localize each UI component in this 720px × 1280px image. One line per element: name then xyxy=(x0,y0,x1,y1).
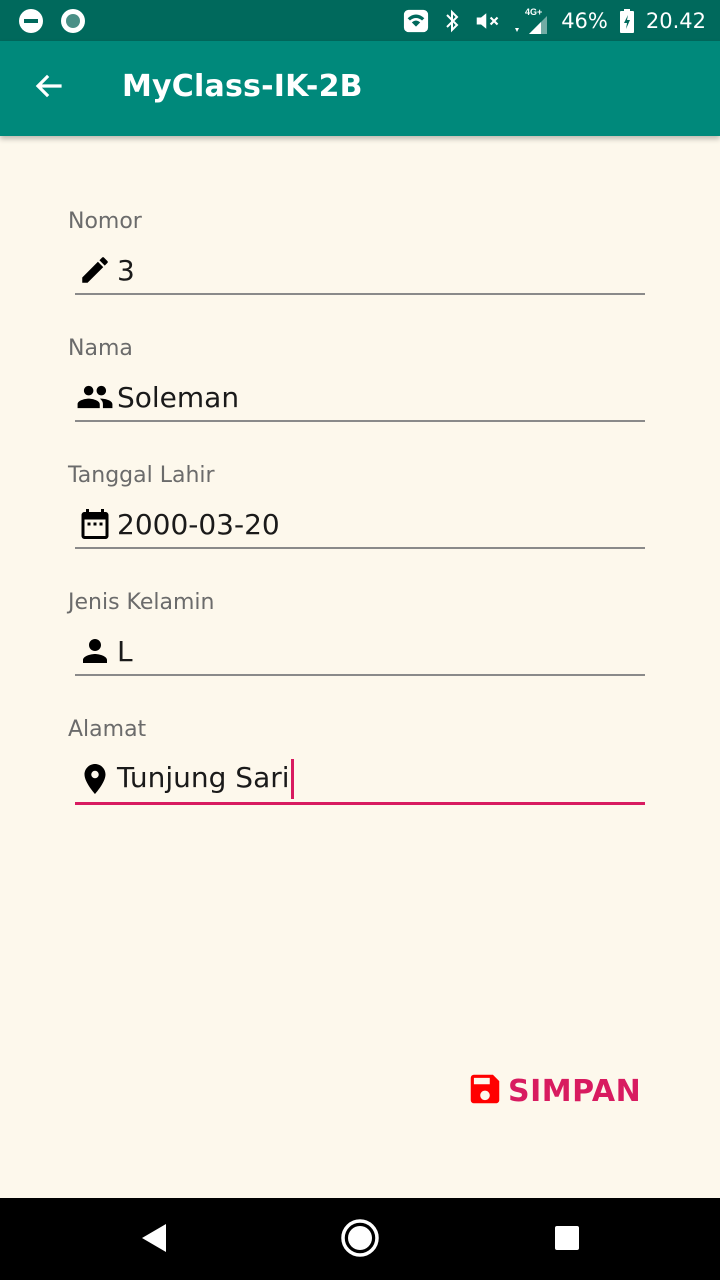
mute-icon xyxy=(475,8,501,34)
field-label: Nama xyxy=(68,336,133,361)
signal-icon: 4G+ xyxy=(511,7,551,34)
page-title: MyClass-IK-2B xyxy=(122,69,363,104)
field-alamat: Alamat Tunjung Sari xyxy=(68,715,648,805)
alamat-text: Tunjung Sari xyxy=(117,760,290,794)
field-value: Tunjung Sari xyxy=(115,758,294,799)
location-icon xyxy=(75,759,115,799)
nav-back-button[interactable] xyxy=(130,1216,178,1264)
field-value: 3 xyxy=(117,253,135,287)
nav-home-button[interactable] xyxy=(336,1216,384,1264)
nomor-input[interactable]: 3 xyxy=(75,247,645,295)
save-button[interactable]: SIMPAN xyxy=(466,1068,641,1114)
bluetooth-icon xyxy=(439,8,465,34)
person-icon xyxy=(75,631,115,671)
field-label: Tanggal Lahir xyxy=(68,463,215,488)
field-value: 2000-03-20 xyxy=(117,507,280,541)
clock: 20.42 xyxy=(645,8,706,33)
back-arrow-icon xyxy=(33,71,63,105)
field-label: Nomor xyxy=(68,209,142,234)
app-bar: MyClass-IK-2B xyxy=(0,41,720,136)
field-nomor: Nomor 3 xyxy=(68,207,648,295)
status-bar: 4G+ 46% 20.42 xyxy=(0,0,720,41)
text-cursor xyxy=(290,758,294,799)
people-icon xyxy=(75,377,115,417)
save-icon xyxy=(466,1070,504,1112)
back-triangle-icon xyxy=(139,1222,169,1258)
sync-icon xyxy=(60,8,86,34)
wifi-icon xyxy=(403,8,429,34)
dnd-icon xyxy=(18,8,44,34)
field-label: Jenis Kelamin xyxy=(68,590,215,615)
alamat-input[interactable]: Tunjung Sari xyxy=(75,755,645,805)
nama-input[interactable]: Soleman xyxy=(75,374,645,422)
network-label: 4G+ xyxy=(525,7,542,17)
field-jenis-kelamin: Jenis Kelamin L xyxy=(68,588,648,676)
jenis-kelamin-input[interactable]: L xyxy=(75,628,645,676)
field-value: Soleman xyxy=(117,380,240,414)
battery-percent: 46% xyxy=(561,8,608,33)
calendar-icon xyxy=(75,504,115,544)
battery-icon xyxy=(618,8,636,34)
home-circle-icon xyxy=(340,1218,380,1262)
field-value: L xyxy=(117,634,133,668)
nav-recents-button[interactable] xyxy=(543,1216,591,1264)
navigation-bar xyxy=(0,1198,720,1280)
field-nama: Nama Soleman xyxy=(68,334,648,422)
field-label: Alamat xyxy=(68,717,147,742)
back-button[interactable] xyxy=(24,64,72,112)
field-tanggal-lahir: Tanggal Lahir 2000-03-20 xyxy=(68,461,648,549)
recents-square-icon xyxy=(554,1225,580,1255)
save-label: SIMPAN xyxy=(508,1073,642,1109)
tanggal-lahir-input[interactable]: 2000-03-20 xyxy=(75,501,645,549)
edit-icon xyxy=(75,250,115,290)
